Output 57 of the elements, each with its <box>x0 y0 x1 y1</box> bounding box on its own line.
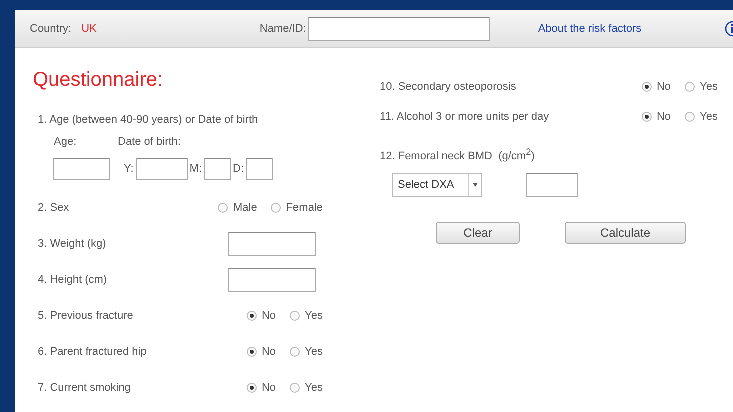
question-label: 5. Previous fracture <box>38 310 134 322</box>
question-label: 4. Height (cm) <box>38 274 108 286</box>
question-label: 1. Age (between 40-90 years) or Date of birth <box>38 113 260 128</box>
age-label: Age: <box>54 135 78 150</box>
radio-button[interactable] <box>246 311 257 321</box>
caret-icon <box>472 182 478 187</box>
age-field[interactable] <box>53 158 110 180</box>
question-label: 12. Femoral neck BMD (g/cm$^{2}$) <box>380 146 536 165</box>
year-label: Y: <box>124 163 134 175</box>
radio-button[interactable] <box>685 112 696 122</box>
question-label: 10. Secondary osteoporosis <box>380 81 516 93</box>
radio-button[interactable] <box>246 347 257 357</box>
month-field[interactable] <box>204 158 232 180</box>
radio-button[interactable] <box>246 383 257 393</box>
name-field[interactable] <box>308 16 490 40</box>
radio-label[interactable]: No <box>656 81 672 93</box>
radio-label[interactable]: Yes <box>305 382 323 394</box>
day-label: D: <box>233 163 244 175</box>
radio-button[interactable] <box>642 82 652 92</box>
answer-field[interactable] <box>228 268 316 292</box>
dxa-select[interactable]: Select DXA <box>392 172 482 197</box>
country-value: UK <box>82 22 97 34</box>
question-label: 11. Alcohol 3 or more units per day <box>380 111 550 123</box>
risk-factors-link[interactable]: About the risk factors <box>538 22 642 34</box>
radio-label[interactable]: No <box>656 111 672 123</box>
radio-label[interactable]: Yes <box>305 310 323 322</box>
question-label: 6. Parent fractured hip <box>38 346 147 358</box>
questionnaire-title: Questionnaire: <box>33 68 164 92</box>
question-label: 7. Current smoking <box>38 382 131 394</box>
radio-label[interactable]: Yes <box>700 111 718 123</box>
radio-label[interactable]: Female <box>286 202 323 214</box>
radio-button[interactable] <box>271 203 282 213</box>
radio-label[interactable]: No <box>262 346 276 358</box>
question-label: 3. Weight (kg) <box>38 238 106 250</box>
clear-button[interactable]: Clear <box>436 222 520 244</box>
day-field[interactable] <box>246 158 274 180</box>
radio-button[interactable] <box>642 112 652 122</box>
radio-label[interactable]: Yes <box>700 81 718 93</box>
radio-button[interactable] <box>685 82 696 92</box>
month-label: M: <box>190 163 202 175</box>
info-icon[interactable] <box>724 20 733 36</box>
date-of-birth-label: Date of birth: <box>118 135 181 150</box>
country-label: Country: <box>30 22 72 34</box>
question-label: 2. Sex <box>38 202 70 214</box>
radio-button[interactable] <box>290 347 300 357</box>
name-label: Name/ID: <box>260 22 306 34</box>
radio-label[interactable]: Yes <box>305 346 323 358</box>
radio-button[interactable] <box>290 383 300 393</box>
radio-button[interactable] <box>218 203 228 213</box>
calculate-button[interactable]: Calculate <box>565 222 686 244</box>
bmd-field[interactable] <box>526 172 578 197</box>
year-field[interactable] <box>136 158 188 180</box>
radio-label[interactable]: No <box>262 382 276 394</box>
radio-label[interactable]: Male <box>233 202 258 214</box>
radio-button[interactable] <box>290 311 300 321</box>
radio-label[interactable]: No <box>262 310 276 322</box>
answer-field[interactable] <box>228 232 316 256</box>
